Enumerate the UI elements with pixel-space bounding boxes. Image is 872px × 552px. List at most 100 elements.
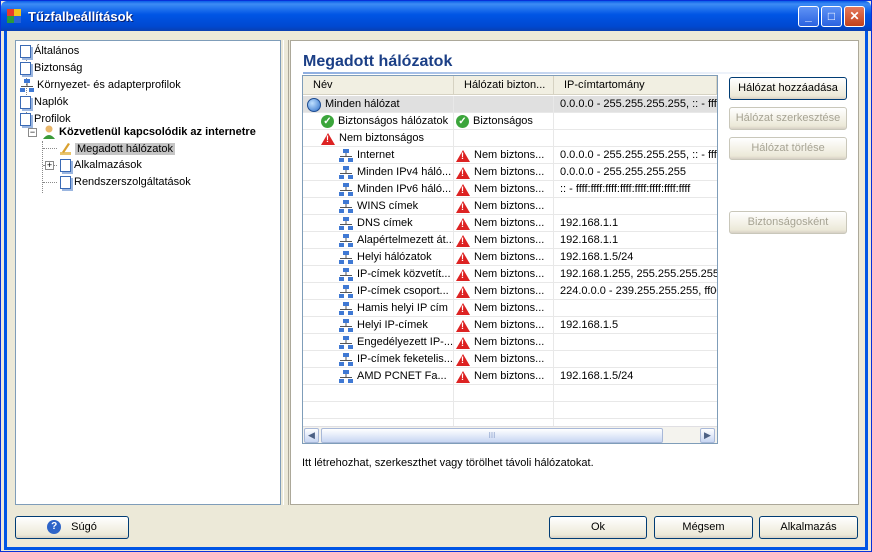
security-status: Nem biztons... — [474, 149, 545, 161]
network-icon — [20, 78, 34, 92]
table-row[interactable]: IP-címek közvetít... Nem biztons... 192.16… — [303, 266, 717, 283]
mark-safe-button[interactable]: Biztonságosként — [729, 211, 847, 234]
cancel-button[interactable]: Mégsem — [654, 516, 753, 539]
splitter[interactable] — [283, 40, 289, 505]
ip-range: 192.168.1.1 — [560, 217, 619, 229]
tree-item-direct-internet[interactable]: Közvetlenül kapcsolódik az internetre — [42, 124, 256, 140]
table-row[interactable]: AMD PCNET Fa... Nem biztons... 192.168.1.5… — [303, 368, 717, 385]
warning-icon — [321, 132, 335, 145]
network-icon — [339, 183, 357, 196]
tree-item-general[interactable]: Általános — [20, 43, 79, 59]
arrow-right-icon: ▶ — [704, 430, 711, 440]
column-header-ip-range[interactable]: IP-címtartomány — [554, 76, 717, 95]
cell-name: AMD PCNET Fa... — [303, 368, 454, 385]
table-row[interactable]: Minden IPv4 háló... Nem biztons... 0.0.0.0… — [303, 164, 717, 181]
network-icon — [339, 200, 357, 213]
ip-range: 192.168.1.255, 255.255.255.255 — [560, 268, 717, 280]
table-row[interactable]: Engedélyezett IP-... Nem biztons... — [303, 334, 717, 351]
security-status: Nem biztons... — [474, 217, 545, 229]
cell-name: Helyi IP-címek — [303, 317, 454, 334]
network-name: Minden IPv6 háló... — [357, 183, 452, 195]
table-row[interactable]: Hamis helyi IP cím Nem biztons... — [303, 300, 717, 317]
table-row[interactable]: Alapértelmezett át... Nem biztons... 192.1… — [303, 232, 717, 249]
settings-tree[interactable]: Általános Biztonság Környezet- és adapte… — [15, 40, 281, 505]
security-status: Biztonságos — [473, 115, 533, 127]
expand-toggle[interactable]: + — [45, 161, 54, 170]
table-row[interactable]: Minden IPv6 háló... Nem biztons...:: - ff… — [303, 181, 717, 198]
table-row[interactable]: WINS címek Nem biztons... — [303, 198, 717, 215]
table-row[interactable]: Minden hálózat 0.0.0.0 - 255.255.255.255,… — [303, 96, 717, 113]
apply-button[interactable]: Alkalmazás — [759, 516, 858, 539]
tree-item-security[interactable]: Biztonság — [20, 60, 82, 76]
pen-icon — [60, 143, 71, 156]
cell-security: Nem biztons... — [454, 368, 554, 385]
tree-item-applications[interactable]: Alkalmazások — [60, 157, 142, 173]
network-name: Alapértelmezett át... — [357, 234, 454, 246]
warning-icon — [456, 183, 470, 196]
scroll-thumb[interactable]: III — [321, 428, 663, 443]
document-icon — [60, 158, 71, 172]
column-header-security[interactable]: Hálózati bizton... — [454, 76, 554, 95]
network-name: Internet — [357, 149, 395, 161]
cell-ip — [554, 351, 717, 368]
warning-icon — [456, 319, 470, 332]
column-header-name[interactable]: Név — [303, 76, 454, 95]
close-button[interactable]: ✕ — [844, 6, 865, 27]
cell-name: Internet — [303, 147, 454, 164]
cell-ip: :: - ffff:ffff:ffff:ffff:ffff:ffff:ffff:… — [554, 181, 717, 198]
table-row[interactable]: IP-címek csoport... Nem biztons... 224.0.0… — [303, 283, 717, 300]
add-network-button[interactable]: Hálózat hozzáadása — [729, 77, 847, 100]
table-row[interactable]: Nem biztonságos — [303, 130, 717, 147]
title-bar[interactable]: Tűzfalbeállítások _ □ ✕ — [1, 1, 871, 31]
networks-grid[interactable]: Név Hálózati bizton... IP-címtartomány M… — [302, 75, 718, 444]
help-button[interactable]: ? Súgó — [15, 516, 129, 539]
ip-range: 192.168.1.1 — [560, 234, 619, 246]
globe-icon — [307, 97, 321, 112]
edit-network-button[interactable]: Hálózat szerkesztése — [729, 107, 847, 130]
cell-ip — [554, 113, 717, 130]
collapse-toggle[interactable]: − — [28, 128, 37, 137]
document-icon — [20, 112, 31, 126]
network-icon — [339, 353, 357, 366]
ip-range: 0.0.0.0 - 255.255.255.255 — [560, 166, 686, 178]
table-row[interactable]: DNS címek Nem biztons... 192.168.1.1 — [303, 215, 717, 232]
tree-item-defined-networks[interactable]: Megadott hálózatok — [58, 141, 176, 157]
ip-range: 192.168.1.5/24 — [560, 251, 634, 263]
grid-header: Név Hálózati bizton... IP-címtartomány — [303, 76, 717, 95]
scroll-right-button[interactable]: ▶ — [700, 428, 715, 443]
table-row[interactable]: Helyi hálózatok Nem biztons... 192.168.1.5… — [303, 249, 717, 266]
tree-item-system-services[interactable]: Rendszerszolgáltatások — [60, 174, 191, 190]
table-row[interactable]: Internet Nem biztons... 0.0.0.0 - 255.255.… — [303, 147, 717, 164]
cell-ip — [554, 130, 717, 147]
warning-icon — [456, 217, 470, 230]
minimize-button[interactable]: _ — [798, 6, 819, 27]
scroll-left-button[interactable]: ◀ — [304, 428, 319, 443]
tree-item-label: Környezet- és adapterprofilok — [37, 79, 181, 91]
ok-button[interactable]: Ok — [549, 516, 647, 539]
maximize-button[interactable]: □ — [821, 6, 842, 27]
document-icon — [20, 61, 31, 75]
network-name: Nem biztonságos — [339, 132, 424, 144]
tree-item-label: Megadott hálózatok — [75, 143, 176, 155]
security-status: Nem biztons... — [474, 251, 545, 263]
cell-ip — [554, 300, 717, 317]
cell-name: IP-címek csoport... — [303, 283, 454, 300]
network-icon — [339, 217, 357, 230]
minimize-icon: _ — [805, 9, 812, 23]
cell-ip: 0.0.0.0 - 255.255.255.255, :: - ffff — [554, 147, 717, 164]
network-name: Helyi hálózatok — [357, 251, 432, 263]
tree-item-adapter-profiles[interactable]: Környezet- és adapterprofilok — [20, 77, 181, 93]
delete-network-button[interactable]: Hálózat törlése — [729, 137, 847, 160]
network-name: IP-címek feketelis... — [357, 353, 453, 365]
horizontal-scrollbar[interactable]: ◀ III ▶ — [303, 426, 717, 443]
warning-icon — [456, 268, 470, 281]
table-row[interactable]: ✓ Biztonságos hálózatok ✓ Biztonságos — [303, 113, 717, 130]
check-icon: ✓ — [456, 115, 469, 128]
tree-line — [43, 182, 57, 183]
warning-icon — [456, 285, 470, 298]
table-row[interactable]: Helyi IP-címek Nem biztons... 192.168.1.5 — [303, 317, 717, 334]
table-row[interactable]: IP-címek feketelis... Nem biztons... — [303, 351, 717, 368]
tree-item-logs[interactable]: Naplók — [20, 94, 68, 110]
cell-name: Helyi hálózatok — [303, 249, 454, 266]
ip-range: 0.0.0.0 - 255.255.255.255, :: - ffff — [560, 98, 717, 110]
